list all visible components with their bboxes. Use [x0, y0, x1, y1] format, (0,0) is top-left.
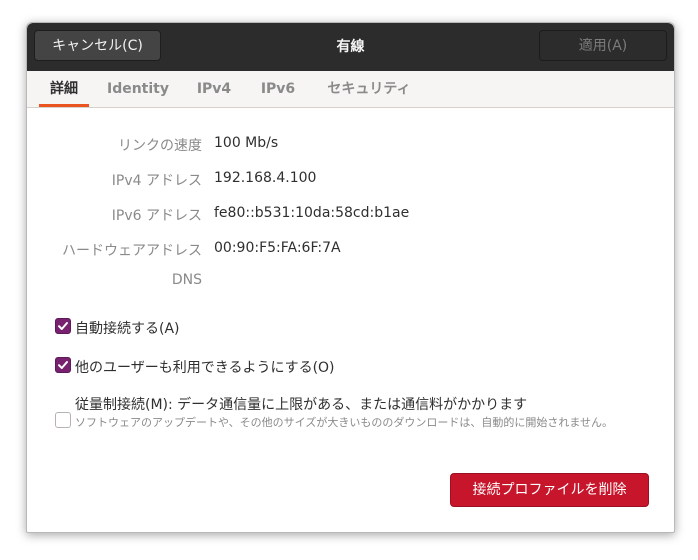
tab-identity[interactable]: Identity [103, 71, 173, 107]
link-speed-value: 100 Mb/s [214, 135, 279, 151]
apply-button[interactable]: 適用(A) [539, 30, 667, 61]
tab-security[interactable]: セキュリティ [319, 71, 419, 107]
ipv4-address-label: IPv4 アドレス [111, 173, 202, 189]
auto-connect-checkbox[interactable] [55, 318, 71, 334]
cancel-button[interactable]: キャンセル(C) [34, 30, 161, 61]
header-bar: キャンセル(C) 有線 適用(A) [27, 23, 674, 71]
auto-connect-label[interactable]: 自動接続する(A) [75, 318, 180, 338]
metered-connection-label[interactable]: 従量制接続(M): データ通信量に上限がある、または通信料がかかります [75, 394, 527, 414]
tab-ipv4[interactable]: IPv4 [191, 71, 237, 107]
all-users-checkbox[interactable] [55, 357, 71, 373]
ipv6-address-label: IPv6 アドレス [111, 208, 202, 224]
dns-label: DNS [171, 272, 202, 288]
delete-connection-profile-button[interactable]: 接続プロファイルを削除 [450, 473, 649, 507]
hardware-address-value: 00:90:F5:FA:6F:7A [214, 240, 341, 256]
link-speed-label: リンクの速度 [118, 138, 202, 154]
metered-connection-checkbox[interactable] [55, 412, 71, 428]
ipv6-address-value: fe80::b531:10da:58cd:b1ae [214, 205, 410, 221]
ipv4-address-value: 192.168.4.100 [214, 170, 317, 186]
tab-ipv6[interactable]: IPv6 [253, 71, 303, 107]
metered-connection-description: ソフトウェアのアップデートや、その他のサイズが大きいもののダウンロードは、自動的… [75, 416, 614, 429]
tab-bar: 詳細 Identity IPv4 IPv6 セキュリティ [27, 71, 674, 108]
checkmark-icon [58, 322, 68, 330]
wired-settings-dialog: キャンセル(C) 有線 適用(A) 詳細 Identity IPv4 IPv6 … [26, 22, 675, 533]
checkmark-icon [58, 361, 68, 369]
hardware-address-label: ハードウェアアドレス [62, 243, 202, 259]
all-users-label[interactable]: 他のユーザーも利用できるようにする(O) [75, 357, 335, 377]
tab-details[interactable]: 詳細 [39, 71, 89, 107]
